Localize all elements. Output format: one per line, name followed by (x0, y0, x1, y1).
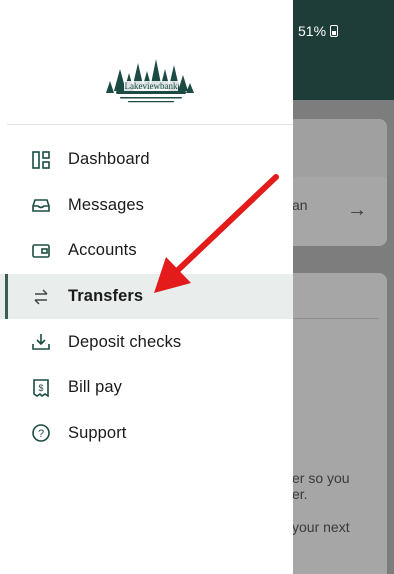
nav-item-transfers[interactable]: Transfers (0, 273, 293, 320)
transfers-icon (31, 287, 51, 307)
nav-item-support[interactable]: ? Support (0, 411, 293, 457)
card-text-fragment: er. (292, 486, 308, 502)
nav-item-accounts[interactable]: Accounts (0, 228, 293, 274)
bill-pay-icon: $ (31, 378, 51, 398)
nav-item-dashboard[interactable]: Dashboard (0, 137, 293, 183)
battery-percent: 51% (298, 23, 327, 39)
nav-menu: Dashboard Messages Accounts Transfers De… (0, 137, 293, 456)
nav-item-label: Messages (68, 195, 145, 214)
bank-logo: Lakeviewbank (106, 59, 194, 103)
nav-item-deposit-checks[interactable]: Deposit checks (0, 319, 293, 365)
support-icon: ? (31, 423, 51, 443)
card-divider (292, 318, 379, 319)
svg-text:?: ? (38, 428, 44, 440)
arrow-right-icon: → (347, 199, 367, 221)
deposit-icon (31, 332, 51, 352)
nav-item-label: Transfers (68, 287, 144, 306)
card-text-fragment: your next (292, 519, 350, 535)
dashboard-icon (31, 150, 51, 170)
nav-item-label: Dashboard (68, 150, 150, 169)
svg-text:$: $ (38, 383, 43, 393)
drawer-divider (7, 124, 293, 125)
nav-item-label: Accounts (68, 241, 137, 260)
messages-icon (31, 195, 51, 215)
svg-text:Lakeviewbank: Lakeviewbank (125, 81, 178, 91)
nav-item-messages[interactable]: Messages (0, 183, 293, 229)
battery-icon (330, 25, 339, 37)
card-text-fragment: er so you (292, 470, 350, 486)
status-bar: 51% (298, 23, 339, 39)
nav-item-label: Support (68, 423, 127, 442)
nav-item-label: Bill pay (68, 378, 122, 397)
navigation-drawer: Lakeviewbank Dashboard Messages Accounts… (0, 0, 293, 574)
nav-item-label: Deposit checks (68, 332, 182, 351)
card-text-fragment: an (292, 197, 308, 213)
accounts-icon (31, 241, 51, 261)
nav-item-bill-pay[interactable]: $ Bill pay (0, 365, 293, 411)
